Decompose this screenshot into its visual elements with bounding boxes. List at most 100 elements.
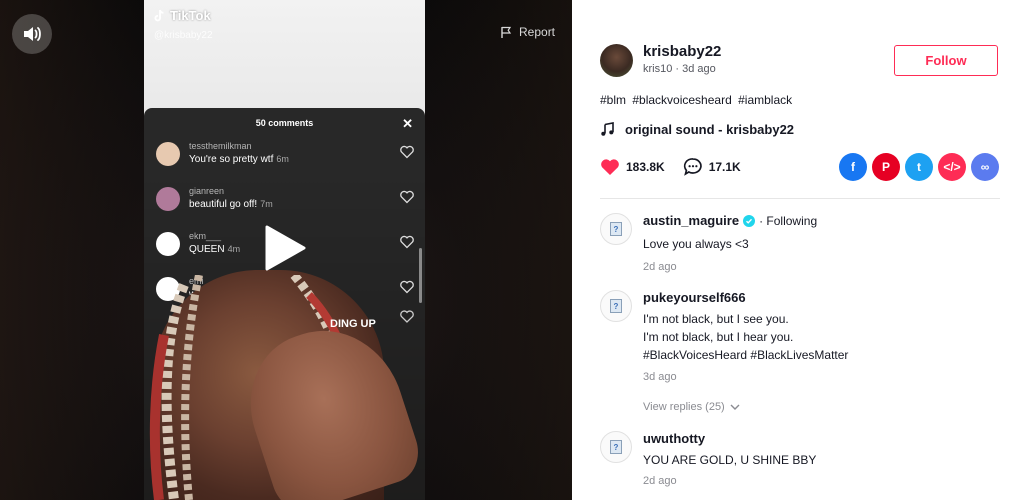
in-video-comment-time: 6m — [276, 154, 289, 164]
in-video-commenter-name: ekm___ — [189, 231, 222, 241]
mute-button[interactable] — [12, 14, 52, 54]
watermark-text: TikTok — [170, 8, 211, 23]
share-glyph: P — [881, 160, 890, 174]
comment-bubble-icon — [683, 158, 702, 176]
comment-text: I'm not black, but I see you. — [643, 312, 789, 326]
in-video-commenter-avatar — [156, 277, 180, 301]
facebook-share-icon[interactable]: f — [839, 153, 867, 181]
in-video-commenter-avatar — [156, 187, 180, 211]
commenter-avatar[interactable]: ? — [600, 431, 632, 463]
in-video-scrollbar — [419, 248, 422, 303]
embed-share-icon[interactable]: </> — [938, 153, 966, 181]
pinterest-share-icon[interactable]: P — [872, 153, 900, 181]
music-title: original sound - krisbaby22 — [625, 122, 795, 137]
commenter-avatar[interactable]: ? — [600, 213, 632, 245]
comment-text: Love you always <3 — [643, 237, 749, 251]
comment-date: 3d ago — [643, 371, 677, 383]
comment-item: ? uwuthotty YOU ARE GOLD, U SHINE BBY 2d… — [600, 431, 1000, 493]
tiktok-video-page: Report TikTok @krisbaby22 50 comments ✕ … — [0, 0, 1024, 500]
author-username[interactable]: krisbaby22 — [643, 43, 721, 60]
commenter-name: austin_maguire — [643, 213, 740, 228]
commenter-username[interactable]: pukeyourself666 — [643, 290, 746, 305]
broken-image-icon: ? — [610, 440, 622, 454]
hashtag-list: #blm #blackvoicesheard #iamblack — [600, 93, 795, 107]
hashtag-link[interactable]: #iamblack — [738, 93, 792, 107]
comment-text: I'm not black, but I hear you. — [643, 330, 794, 344]
in-video-heart-icon — [400, 190, 414, 204]
view-replies-button[interactable]: View replies (25) — [643, 401, 740, 413]
commenter-name: uwuthotty — [643, 431, 706, 446]
author-meta: kris10 · 3d ago — [643, 63, 716, 75]
in-video-comments-title: 50 comments — [255, 118, 314, 128]
tiktok-note-icon — [154, 9, 164, 22]
flag-icon — [501, 26, 512, 38]
in-video-commenter-avatar — [156, 232, 180, 256]
video-caption-fragment: DING UP — [330, 318, 376, 330]
report-label: Report — [519, 25, 556, 39]
in-video-comment-body: You're so pretty wtf — [189, 154, 274, 165]
in-video-comment: tessthemilkman You're so pretty wtf 6m — [156, 138, 414, 178]
in-video-commenter-name: tessthemilkman — [189, 141, 252, 151]
broken-image-icon: ? — [610, 299, 622, 313]
comment-text: YOU ARE GOLD, U SHINE BBY — [643, 453, 817, 467]
in-video-heart-icon — [400, 145, 414, 159]
in-video-comment-body: beautiful go off! — [189, 199, 258, 210]
commenter-name: pukeyourself666 — [643, 290, 746, 305]
comment-item: ? austin_maguire · Following Love you al… — [600, 213, 1000, 275]
in-video-commenter-name: gianreen — [189, 186, 225, 196]
share-glyph: t — [917, 160, 921, 174]
volume-icon — [24, 27, 41, 41]
like-count: 183.8K — [626, 159, 665, 174]
in-video-comment-text: beautiful go off! 7m — [189, 199, 273, 210]
music-link[interactable]: original sound - krisbaby22 — [600, 122, 794, 137]
close-icon: ✕ — [402, 116, 413, 131]
chevron-down-icon — [730, 404, 740, 410]
comment-date: 2d ago — [643, 475, 677, 487]
view-replies-label: View replies (25) — [643, 401, 725, 413]
comment-date: 2d ago — [643, 261, 677, 273]
heart-icon — [601, 158, 619, 175]
verified-badge-icon — [743, 214, 756, 227]
play-icon[interactable] — [263, 224, 307, 272]
hashtag-link[interactable]: #blackvoicesheard — [632, 93, 731, 107]
follow-button[interactable]: Follow — [894, 45, 998, 76]
share-glyph: ∞ — [980, 160, 990, 174]
twitter-share-icon[interactable]: t — [905, 153, 933, 181]
in-video-comment-text: You're so pretty wtf 6m — [189, 154, 289, 165]
comment-count: 17.1K — [708, 159, 741, 174]
tiktok-watermark: TikTok — [154, 8, 211, 23]
comment-count-button[interactable]: 17.1K — [683, 157, 741, 176]
in-video-comments-header: 50 comments ✕ — [144, 108, 425, 138]
in-video-heart-icon — [400, 280, 414, 294]
report-button[interactable]: Report — [500, 25, 555, 39]
commenter-username[interactable]: austin_maguire · Following — [643, 213, 817, 228]
watermark-handle: @krisbaby22 — [154, 30, 213, 41]
share-glyph: f — [851, 160, 855, 174]
in-video-heart-icon — [400, 235, 414, 249]
commenter-username[interactable]: uwuthotty — [643, 431, 705, 446]
hashtag-link[interactable]: #blm — [600, 93, 626, 107]
following-label: · Following — [759, 213, 818, 228]
like-button[interactable]: 183.8K — [600, 158, 665, 176]
music-note-icon — [601, 122, 614, 136]
in-video-comment-text: QUEEN 4m — [189, 244, 240, 255]
in-video-commenter-avatar — [156, 142, 180, 166]
in-video-comment-body: QUEEN — [189, 244, 225, 255]
commenter-avatar[interactable]: ? — [600, 290, 632, 322]
comment-item: ? pukeyourself666 I'm not black, but I s… — [600, 290, 1000, 418]
in-video-heart-icon — [400, 310, 414, 323]
in-video-comment-time: 4m — [227, 244, 241, 254]
author-avatar[interactable] — [600, 44, 633, 77]
in-video-comment: gianreen beautiful go off! 7m — [156, 183, 414, 223]
comment-text: #BlackVoicesHeard #BlackLivesMatter — [643, 348, 849, 362]
section-divider — [600, 198, 1000, 199]
broken-image-icon: ? — [610, 222, 622, 236]
video-player[interactable]: Report TikTok @krisbaby22 50 comments ✕ … — [0, 0, 572, 500]
engagement-stats: 183.8K 17.1K — [600, 157, 741, 176]
share-buttons: f Pt </> ∞ — [839, 153, 999, 181]
share-glyph: </> — [943, 160, 961, 174]
copy-link-share-icon[interactable]: ∞ — [971, 153, 999, 181]
in-video-comment-time: 7m — [260, 199, 273, 209]
details-panel: krisbaby22 kris10 · 3d ago Follow #blm #… — [572, 0, 1024, 500]
in-video-commenter-name: emi — [189, 276, 204, 286]
